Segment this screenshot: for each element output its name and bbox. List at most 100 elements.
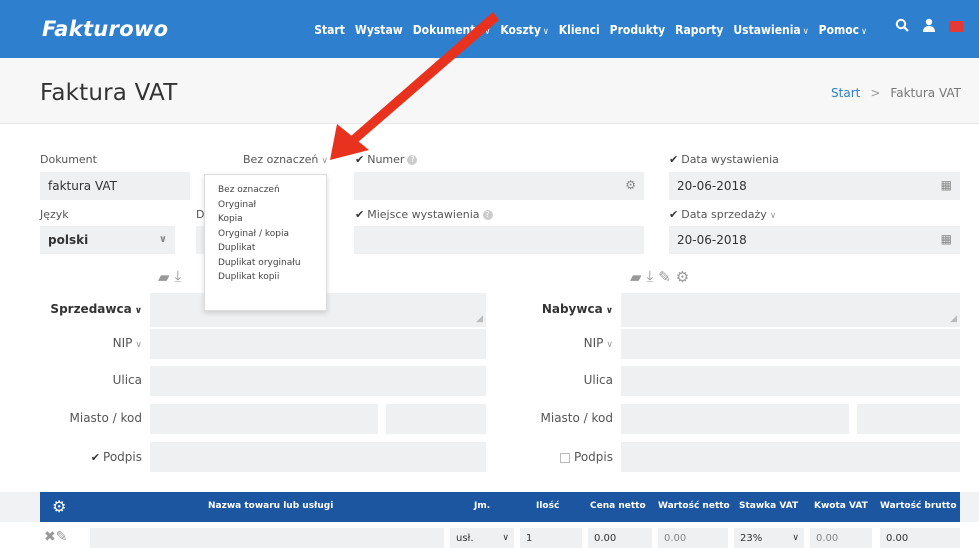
miejsce-field[interactable]	[354, 226, 644, 254]
dokument-select[interactable]: faktura VAT	[40, 172, 190, 200]
resize-handle[interactable]: ◢	[476, 314, 483, 324]
sprzedawca-toggle[interactable]: Sprzedawca ∨	[40, 302, 142, 316]
nav-raporty[interactable]: Raporty	[675, 23, 723, 37]
nabywca-textarea[interactable]: ◢	[621, 293, 960, 327]
podpis-seller-field[interactable]	[150, 442, 486, 472]
nip-buyer-field[interactable]	[621, 329, 960, 359]
edit-icon[interactable]: ✎	[56, 528, 68, 544]
dropdown-option[interactable]: Duplikat kopii	[218, 270, 326, 285]
gear-icon[interactable]: ⚙	[676, 268, 689, 286]
miasto-seller-field[interactable]	[150, 404, 378, 434]
download-icon[interactable]: ⤓	[647, 268, 654, 286]
dropdown-option[interactable]: Bez oznaczeń	[218, 183, 326, 198]
col-vat-rate: Stawka VAT	[739, 501, 799, 511]
calendar-icon[interactable]: ▦	[941, 232, 952, 246]
nav-koszty[interactable]: Koszty ∨	[500, 23, 548, 37]
nabywca-toggle[interactable]: Nabywca ∨	[510, 302, 613, 316]
chevron-down-icon: ∨	[158, 234, 167, 245]
data-sprzedazy-field[interactable]: 20-06-2018 ▦	[669, 226, 960, 254]
user-icon[interactable]	[923, 18, 935, 35]
miejsce-label: ✔ Miejsce wystawienia?	[355, 208, 493, 221]
app-logo[interactable]: Fakturowo	[42, 17, 168, 41]
data-sprzedazy-label[interactable]: ✔ Data sprzedaży ∨	[669, 208, 776, 221]
chevron-down-icon: ∨	[802, 27, 809, 37]
data-wystawienia-field[interactable]: 20-06-2018 ▦	[669, 172, 960, 200]
item-net-price-field[interactable]: 0.00	[588, 528, 652, 548]
jezyk-select[interactable]: polski ∨	[40, 226, 175, 254]
chevron-down-icon: ∨	[861, 27, 867, 37]
nip-seller-toggle[interactable]: NIP ∨	[40, 336, 142, 350]
checkbox-empty-icon	[560, 452, 571, 463]
chevron-down-icon: ∨	[134, 306, 142, 316]
nip-seller-field[interactable]	[150, 329, 486, 359]
chevron-down-icon: ∨	[606, 340, 613, 350]
data-wystawienia-label: ✔ Data wystawienia	[669, 153, 779, 166]
podpis-seller-checkbox[interactable]: ✔ Podpis	[40, 450, 142, 464]
podpis-buyer-checkbox[interactable]: Podpis	[510, 450, 613, 464]
download-icon[interactable]: ⤓	[175, 268, 182, 286]
flag-icon[interactable]	[949, 21, 963, 32]
col-name: Nazwa towaru lub usługi	[208, 501, 334, 511]
ulica-seller-field[interactable]	[150, 366, 486, 396]
jezyk-label: Język	[40, 208, 69, 221]
item-gross-value: 0.00	[880, 528, 960, 548]
row-actions: ✖✎	[44, 528, 67, 545]
chevron-down-icon: ∨	[484, 27, 491, 37]
item-name-field[interactable]	[90, 528, 444, 548]
col-unit: Jm.	[474, 501, 491, 511]
resize-handle[interactable]: ◢	[950, 314, 957, 324]
nav-dokumenty[interactable]: Dokumenty ∨	[413, 23, 491, 37]
info-icon[interactable]: ?	[482, 210, 493, 220]
chevron-down-icon: ∨	[792, 533, 799, 543]
nav-ustawienia[interactable]: Ustawienia ∨	[733, 23, 808, 37]
dropdown-option[interactable]: Oryginał / kopia	[218, 227, 326, 242]
dropdown-option[interactable]: Kopia	[218, 212, 326, 227]
dropdown-option[interactable]: Oryginał	[218, 198, 326, 213]
dropdown-option[interactable]: Duplikat oryginału	[218, 256, 326, 271]
table-row: ✖✎ usł. ∨ 1 0.00 0.00 23% ∨ 0.00 0.00	[0, 522, 979, 548]
nav-pomoc[interactable]: Pomoc ∨	[819, 23, 867, 37]
ulica-seller-label: Ulica	[112, 373, 142, 387]
item-vat-rate-select[interactable]: 23% ∨	[734, 528, 804, 548]
edit-icon[interactable]: ✎	[658, 268, 671, 286]
breadcrumb: Start > Faktura VAT	[831, 86, 961, 100]
item-vat-amount: 0.00	[810, 528, 872, 548]
nav-start[interactable]: Start	[314, 23, 345, 37]
dropdown-option[interactable]: Duplikat	[218, 241, 326, 256]
col-net-value: Wartość netto	[658, 501, 730, 511]
ulica-buyer-label: Ulica	[583, 373, 613, 387]
chevron-down-icon: ∨	[502, 533, 509, 543]
gear-icon[interactable]: ⚙	[625, 178, 636, 192]
numer-field[interactable]: ⚙	[354, 172, 644, 200]
nav-icons	[895, 18, 963, 35]
oznaczenie-dropdown-menu: Bez oznaczeń Oryginał Kopia Oryginał / k…	[204, 174, 327, 311]
ulica-buyer-field[interactable]	[621, 366, 960, 396]
info-icon[interactable]: ?	[407, 155, 418, 165]
miasto-buyer-field[interactable]	[621, 404, 849, 434]
folder-open-icon[interactable]: ▰	[158, 268, 170, 286]
folder-open-icon[interactable]: ▰	[630, 268, 642, 286]
seller-toolbar: ▰ ⤓	[158, 268, 181, 286]
delete-icon[interactable]: ✖	[44, 528, 56, 544]
check-icon: ✔	[90, 451, 101, 464]
main-nav: Start Wystaw Dokumenty ∨ Koszty ∨ Klienci …	[304, 20, 867, 40]
chevron-down-icon: ∨	[605, 306, 613, 316]
oznaczenie-dropdown-toggle[interactable]: Bez oznaczeń ∨	[243, 153, 328, 166]
item-unit-select[interactable]: usł. ∨	[450, 528, 514, 548]
podpis-buyer-field[interactable]	[621, 442, 960, 472]
breadcrumb-home[interactable]: Start	[831, 86, 860, 100]
nip-buyer-toggle[interactable]: NIP ∨	[510, 336, 613, 350]
nav-klienci[interactable]: Klienci	[559, 23, 600, 37]
calendar-icon[interactable]: ▦	[941, 178, 952, 192]
search-icon[interactable]	[895, 18, 909, 35]
col-net-price: Cena netto	[590, 501, 646, 511]
nav-wystaw[interactable]: Wystaw	[355, 23, 403, 37]
chevron-down-icon: ∨	[135, 340, 142, 350]
chevron-down-icon: ∨	[769, 211, 777, 221]
kod-buyer-field[interactable]	[857, 404, 960, 434]
item-qty-field[interactable]: 1	[520, 528, 582, 548]
kod-seller-field[interactable]	[386, 404, 486, 434]
top-navbar: Fakturowo Start Wystaw Dokumenty ∨ Koszty…	[0, 0, 979, 58]
gear-icon[interactable]: ⚙	[52, 497, 66, 517]
nav-produkty[interactable]: Produkty	[610, 23, 665, 37]
